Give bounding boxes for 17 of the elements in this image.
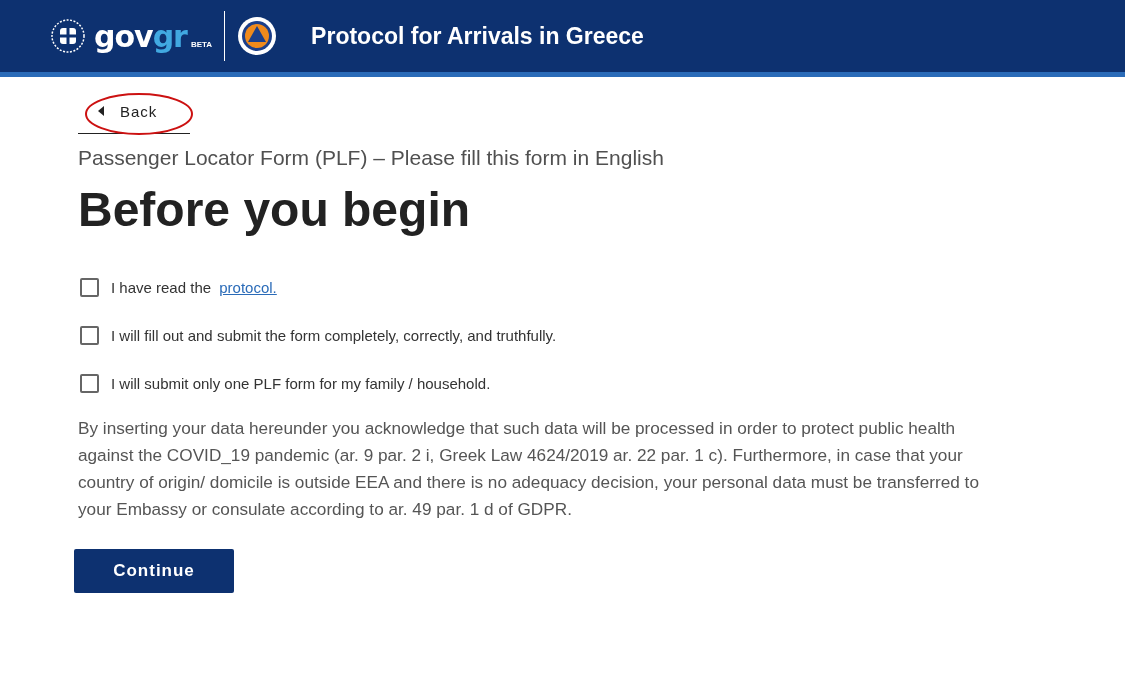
checkbox-label: I will fill out and submit the form completely, correctly, and truthfully. [111, 326, 557, 344]
checkbox[interactable] [80, 277, 99, 297]
back-link[interactable]: Back [78, 95, 190, 127]
continue-button[interactable]: Continue [74, 549, 234, 593]
consent-notice: By inserting your data hereunder you acknowledge that such data will be processed in order to protect public health against the COVID_19 pandemic (ar. 9 par. 2 i, Greek Law 4624/2019 ar. 22 par. 1 c). Furthermore, in case that your country of origin/ domicile is outside EEA and there is no adequacy decision, your personal data must be transferred to your Embassy or consulate according to ar. 49 par. 1 d of GDPR. [78, 417, 980, 521]
checkbox-label: I will submit only one PLF form for my family / household. [111, 374, 491, 392]
page-heading: Before you begin [78, 182, 472, 237]
form-subtitle: Passenger Locator Form (PLF) – Please fill this form in English [78, 146, 665, 170]
checkbox-label: I have read the [111, 278, 213, 296]
checkbox[interactable] [80, 325, 99, 345]
caret-icon [98, 106, 104, 116]
protocol-link[interactable]: protocol. [219, 278, 277, 296]
govgr-logo[interactable]: govgr BETA [94, 18, 213, 54]
site-title: Protocol for Arrivals in Greece [311, 22, 644, 50]
checkbox[interactable] [80, 373, 99, 393]
emblem-icon [50, 18, 86, 54]
triangle-seal-icon [237, 16, 278, 56]
